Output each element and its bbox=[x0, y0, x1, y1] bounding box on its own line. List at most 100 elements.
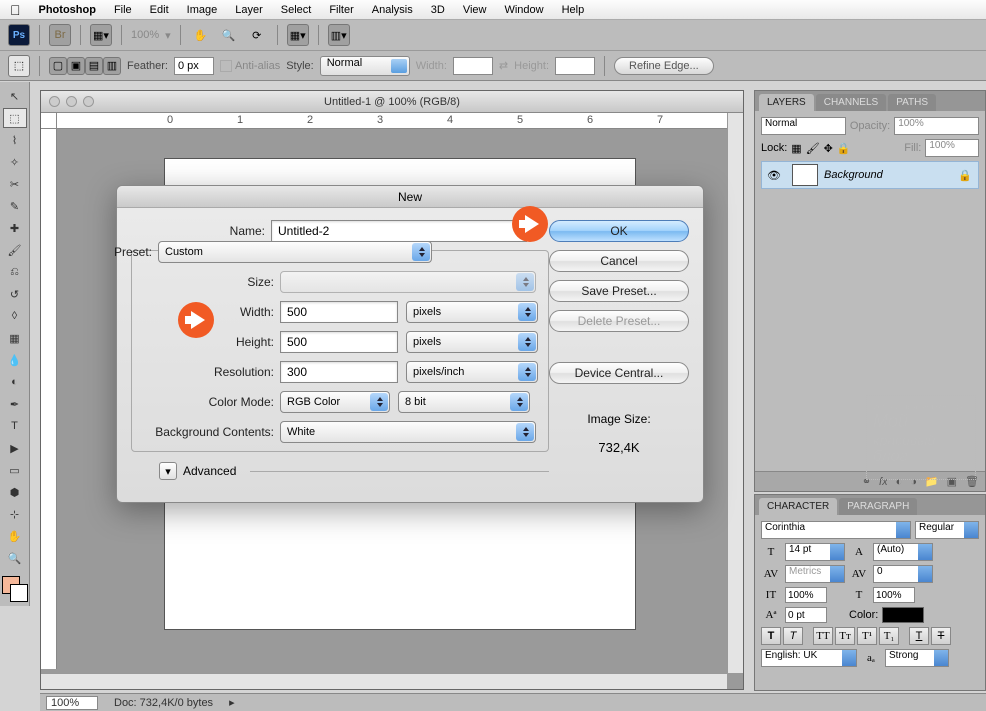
width-unit-select[interactable]: pixels bbox=[406, 301, 538, 323]
language-select[interactable]: English: UK bbox=[761, 649, 857, 667]
underline-button[interactable]: T bbox=[909, 627, 929, 645]
shape-tool[interactable]: ▭ bbox=[3, 460, 27, 480]
preset-select[interactable]: Custom bbox=[158, 241, 432, 263]
blur-tool[interactable]: 💧 bbox=[3, 350, 27, 370]
zoom-tool[interactable]: 🔍 bbox=[3, 548, 27, 568]
adjustment-layer-icon[interactable]: ◑ bbox=[910, 476, 917, 488]
pen-tool[interactable]: ✒ bbox=[3, 394, 27, 414]
layer-row[interactable]: 👁 Background 🔒 bbox=[761, 161, 979, 189]
menu-image[interactable]: Image bbox=[187, 4, 218, 16]
feather-input[interactable] bbox=[174, 57, 214, 75]
color-swatches[interactable] bbox=[2, 576, 28, 602]
baseline-input[interactable] bbox=[785, 607, 827, 623]
menu-analysis[interactable]: Analysis bbox=[372, 4, 413, 16]
link-layers-icon[interactable]: ⚭ bbox=[862, 475, 871, 488]
superscript-button[interactable]: T¹ bbox=[857, 627, 877, 645]
zoom-tool-icon[interactable]: 🔍 bbox=[218, 24, 240, 46]
layer-visibility-icon[interactable]: 👁 bbox=[762, 169, 786, 182]
text-color-swatch[interactable] bbox=[882, 607, 924, 623]
healing-tool[interactable]: ✚ bbox=[3, 218, 27, 238]
menu-window[interactable]: Window bbox=[504, 4, 543, 16]
arrange-docs-button[interactable]: ▥▾ bbox=[328, 24, 350, 46]
dlg-width-input[interactable] bbox=[280, 301, 398, 323]
menu-edit[interactable]: Edit bbox=[150, 4, 169, 16]
vertical-scrollbar[interactable] bbox=[727, 113, 743, 673]
italic-button[interactable]: T bbox=[783, 627, 803, 645]
strikethrough-button[interactable]: T bbox=[931, 627, 951, 645]
bridge-button[interactable]: Br bbox=[49, 24, 71, 46]
menu-help[interactable]: Help bbox=[562, 4, 585, 16]
menu-select[interactable]: Select bbox=[281, 4, 312, 16]
view-arrange-button[interactable]: ▦▾ bbox=[90, 24, 112, 46]
layer-group-icon[interactable]: 📁 bbox=[925, 475, 939, 488]
tab-character[interactable]: CHARACTER bbox=[759, 498, 837, 515]
type-tool[interactable]: T bbox=[3, 416, 27, 436]
zoom-level[interactable]: 100% bbox=[131, 29, 159, 41]
menu-filter[interactable]: Filter bbox=[329, 4, 353, 16]
lock-all-icon[interactable]: 🔒 bbox=[837, 142, 851, 155]
layer-thumbnail[interactable] bbox=[792, 164, 818, 186]
height-unit-select[interactable]: pixels bbox=[406, 331, 538, 353]
rotate-view-icon[interactable]: ⟳ bbox=[246, 24, 268, 46]
tab-paragraph[interactable]: PARAGRAPH bbox=[839, 498, 917, 515]
3d-tool[interactable]: ⬢ bbox=[3, 482, 27, 502]
marquee-tool[interactable]: ⬚ bbox=[3, 108, 27, 128]
delete-layer-icon[interactable]: 🗑 bbox=[965, 475, 979, 488]
antialias-select[interactable]: Strong bbox=[885, 649, 949, 667]
marquee-mode-buttons[interactable]: ▢ ▣ ▤ ▥ bbox=[49, 57, 121, 75]
horizontal-ruler[interactable]: 0 1 2 3 4 5 6 7 bbox=[57, 113, 743, 129]
font-style-select[interactable]: Regular bbox=[915, 521, 979, 539]
tracking-input[interactable]: 0 bbox=[873, 565, 933, 583]
leading-input[interactable]: (Auto) bbox=[873, 543, 933, 561]
gradient-tool[interactable]: ▦ bbox=[3, 328, 27, 348]
cancel-button[interactable]: Cancel bbox=[549, 250, 689, 272]
bg-contents-select[interactable]: White bbox=[280, 421, 536, 443]
advanced-disclosure[interactable]: ▾ bbox=[159, 462, 177, 480]
lock-transparency-icon[interactable]: ▦ bbox=[791, 142, 801, 155]
font-size-input[interactable]: 14 pt bbox=[785, 543, 845, 561]
document-titlebar[interactable]: Untitled-1 @ 100% (RGB/8) bbox=[41, 91, 743, 113]
path-select-tool[interactable]: ▶ bbox=[3, 438, 27, 458]
hscale-input[interactable] bbox=[873, 587, 915, 603]
smallcaps-button[interactable]: Tᴛ bbox=[835, 627, 855, 645]
window-traffic-lights[interactable] bbox=[49, 96, 94, 107]
status-zoom[interactable]: 100% bbox=[46, 696, 98, 710]
screen-mode-button[interactable]: ▦▾ bbox=[287, 24, 309, 46]
ruler-origin[interactable] bbox=[41, 113, 57, 129]
menu-3d[interactable]: 3D bbox=[431, 4, 445, 16]
apple-logo-icon[interactable]:  bbox=[10, 2, 21, 18]
allcaps-button[interactable]: TT bbox=[813, 627, 833, 645]
crop-tool[interactable]: ✂ bbox=[3, 174, 27, 194]
history-brush-tool[interactable]: ↺ bbox=[3, 284, 27, 304]
layer-name[interactable]: Background bbox=[824, 169, 958, 181]
resolution-input[interactable] bbox=[280, 361, 398, 383]
tab-paths[interactable]: PATHS bbox=[888, 94, 936, 111]
background-swatch[interactable] bbox=[10, 584, 28, 602]
device-central-button[interactable]: Device Central... bbox=[549, 362, 689, 384]
eraser-tool[interactable]: ◊ bbox=[3, 306, 27, 326]
horizontal-scrollbar[interactable] bbox=[41, 673, 727, 689]
font-family-select[interactable]: Corinthia bbox=[761, 521, 911, 539]
new-layer-icon[interactable]: ▣ bbox=[947, 475, 957, 488]
pan-tool-icon[interactable]: ✋ bbox=[190, 24, 212, 46]
current-tool-icon[interactable]: ⬚ bbox=[8, 55, 30, 77]
name-input[interactable] bbox=[271, 220, 527, 242]
ps-logo-icon[interactable]: Ps bbox=[8, 24, 30, 46]
move-tool[interactable]: ↖ bbox=[3, 86, 27, 106]
lock-pixels-icon[interactable]: 🖌 bbox=[806, 142, 820, 155]
kerning-input[interactable]: Metrics bbox=[785, 565, 845, 583]
tab-layers[interactable]: LAYERS bbox=[759, 94, 814, 111]
vertical-ruler[interactable] bbox=[41, 129, 57, 669]
ok-button[interactable]: OK bbox=[549, 220, 689, 242]
layer-fx-icon[interactable]: fx bbox=[879, 476, 888, 488]
color-mode-select[interactable]: RGB Color bbox=[280, 391, 390, 413]
magic-wand-tool[interactable]: ✧ bbox=[3, 152, 27, 172]
app-name[interactable]: Photoshop bbox=[39, 4, 96, 16]
lasso-tool[interactable]: ⌇ bbox=[3, 130, 27, 150]
save-preset-button[interactable]: Save Preset... bbox=[549, 280, 689, 302]
tab-channels[interactable]: CHANNELS bbox=[816, 94, 886, 111]
refine-edge-button[interactable]: Refine Edge... bbox=[614, 57, 714, 75]
hand-tool[interactable]: ✋ bbox=[3, 526, 27, 546]
menu-view[interactable]: View bbox=[463, 4, 487, 16]
subscript-button[interactable]: T₁ bbox=[879, 627, 899, 645]
